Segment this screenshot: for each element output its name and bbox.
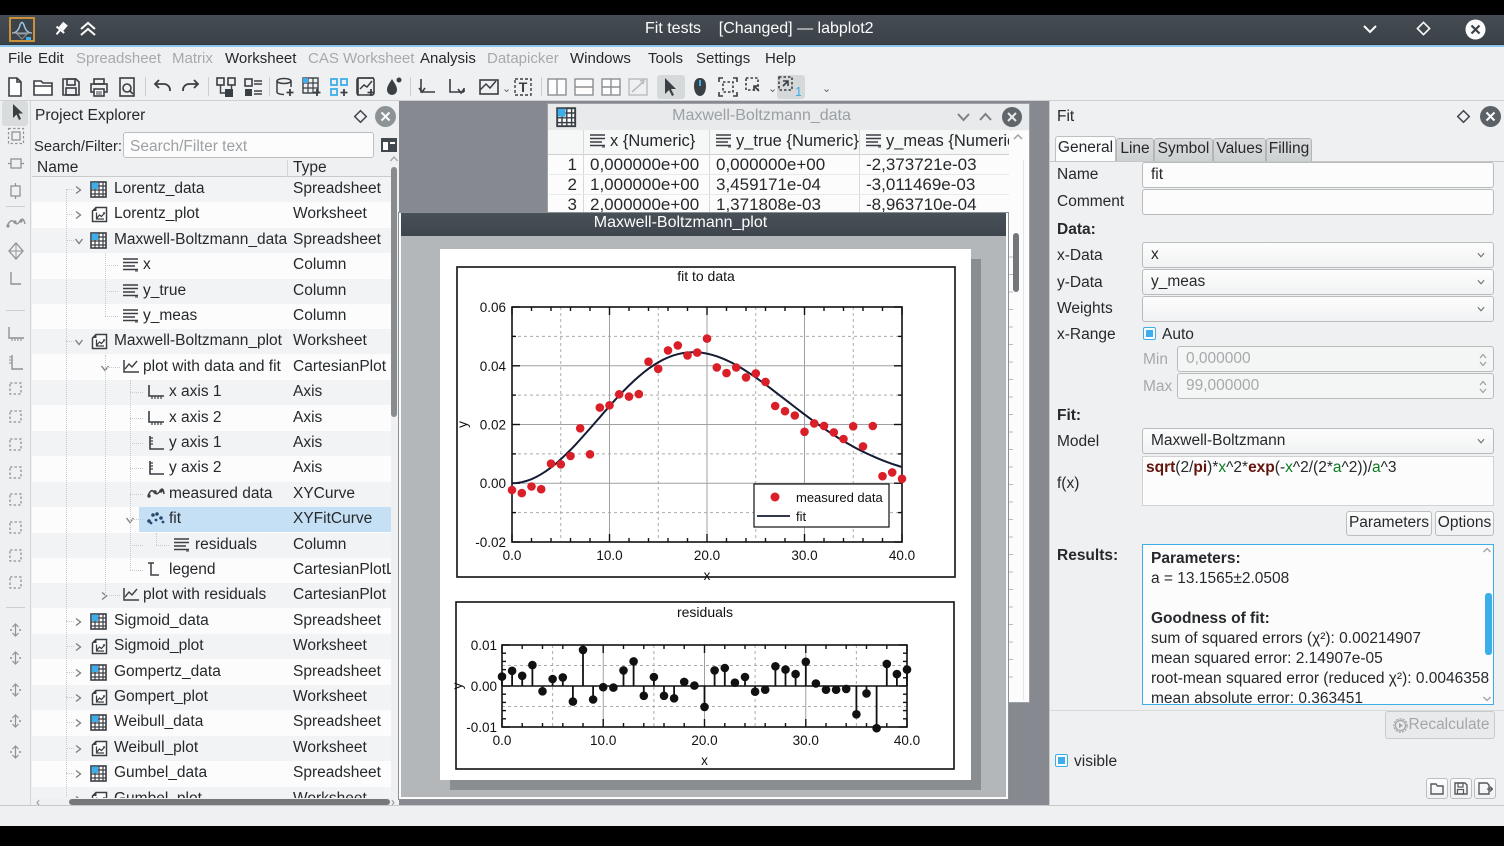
svg-text:0.00: 0.00 (471, 679, 497, 694)
svg-text:y: y (455, 421, 470, 428)
svg-text:y: y (450, 682, 465, 689)
svg-text:T: T (519, 79, 528, 95)
svg-text:0.00: 0.00 (480, 476, 506, 491)
svg-text:measured data: measured data (796, 490, 883, 505)
svg-text:0.04: 0.04 (480, 359, 507, 374)
svg-text:30.0: 30.0 (793, 733, 819, 748)
svg-text:x: x (701, 753, 708, 768)
svg-text:x: x (704, 568, 711, 583)
svg-text:-0.02: -0.02 (475, 535, 506, 550)
svg-text:20.0: 20.0 (694, 548, 720, 563)
svg-text:40.0: 40.0 (894, 733, 920, 748)
svg-text:10.0: 10.0 (590, 733, 616, 748)
svg-text:0.02: 0.02 (480, 418, 506, 433)
svg-text:0.0: 0.0 (503, 548, 522, 563)
svg-text:20.0: 20.0 (691, 733, 717, 748)
svg-text:residuals: residuals (677, 604, 733, 620)
svg-text:1: 1 (795, 84, 801, 99)
svg-text:0.06: 0.06 (480, 300, 506, 315)
svg-text:0.01: 0.01 (471, 638, 497, 653)
svg-text:40.0: 40.0 (889, 548, 915, 563)
svg-text:fit: fit (796, 509, 807, 524)
svg-text:30.0: 30.0 (791, 548, 817, 563)
svg-text:0.0: 0.0 (493, 733, 512, 748)
svg-text:10.0: 10.0 (596, 548, 622, 563)
svg-text:fit to data: fit to data (677, 268, 735, 284)
